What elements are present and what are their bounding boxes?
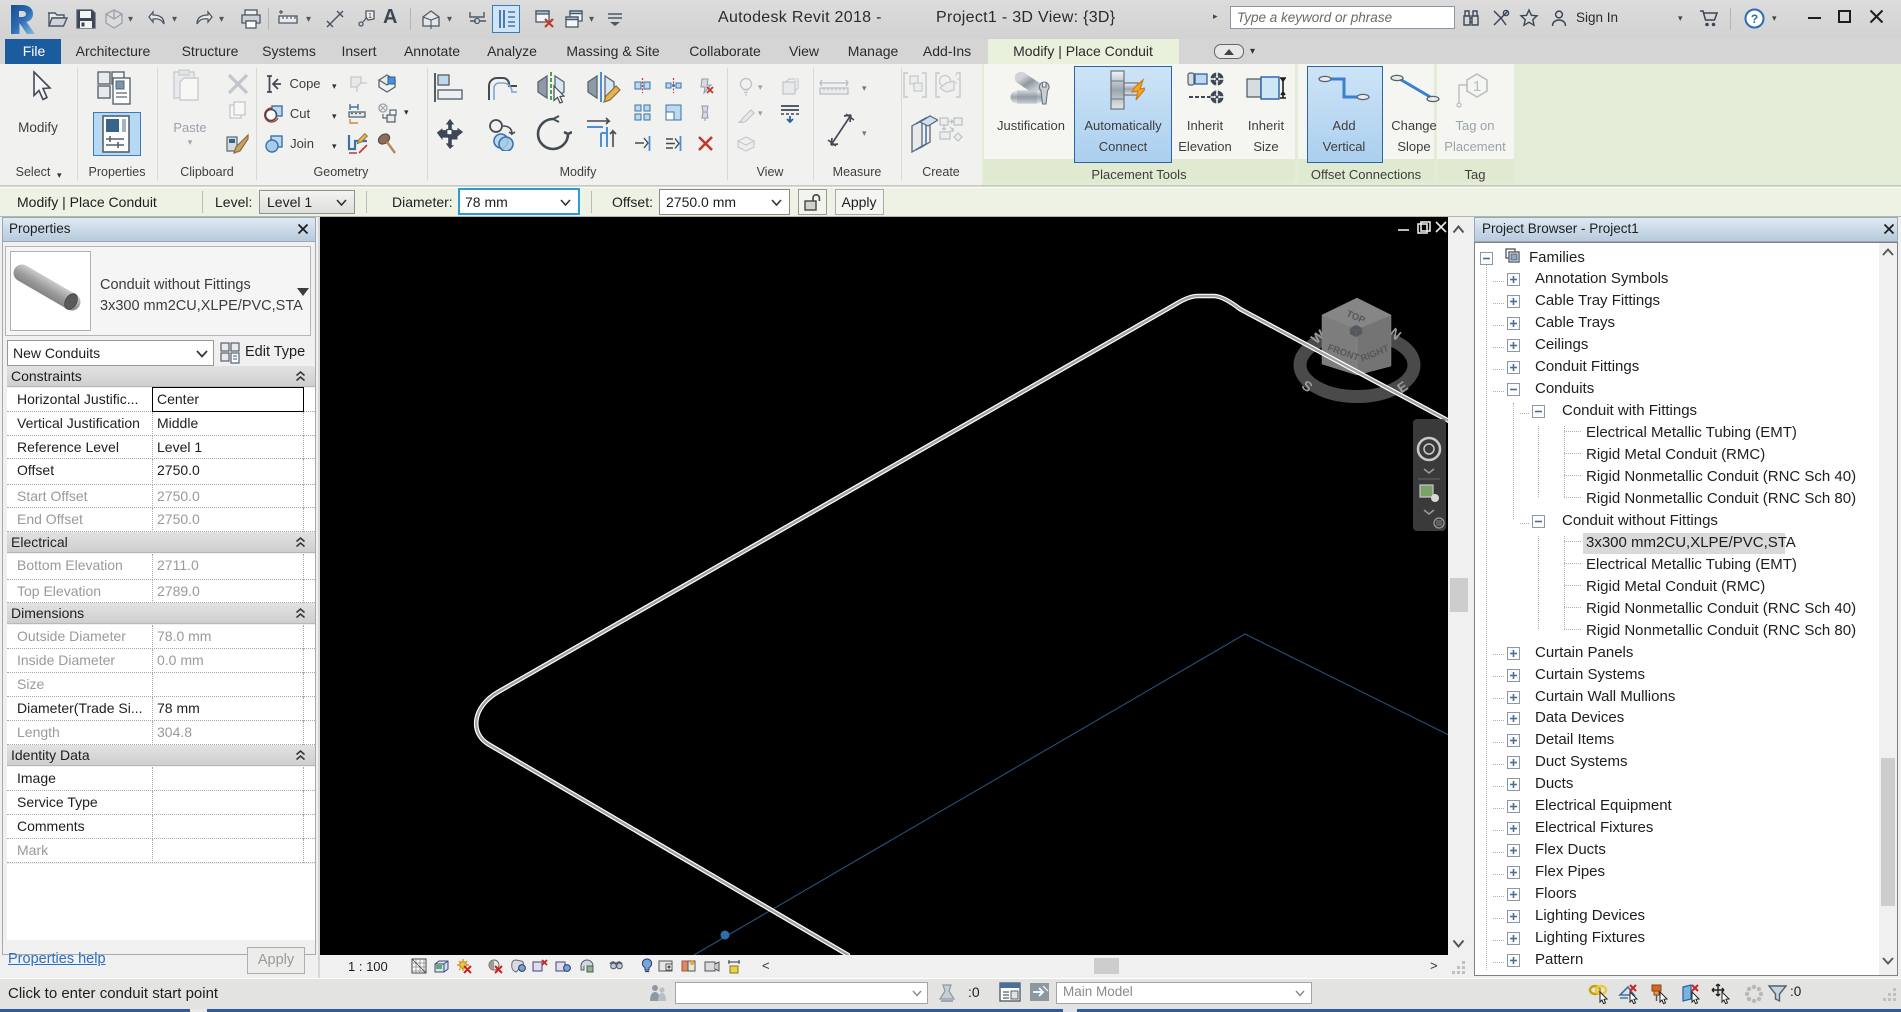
- svg-text:?: ?: [1751, 12, 1758, 26]
- svg-text:1: 1: [368, 13, 372, 20]
- svg-text:1: 1: [1473, 78, 1481, 95]
